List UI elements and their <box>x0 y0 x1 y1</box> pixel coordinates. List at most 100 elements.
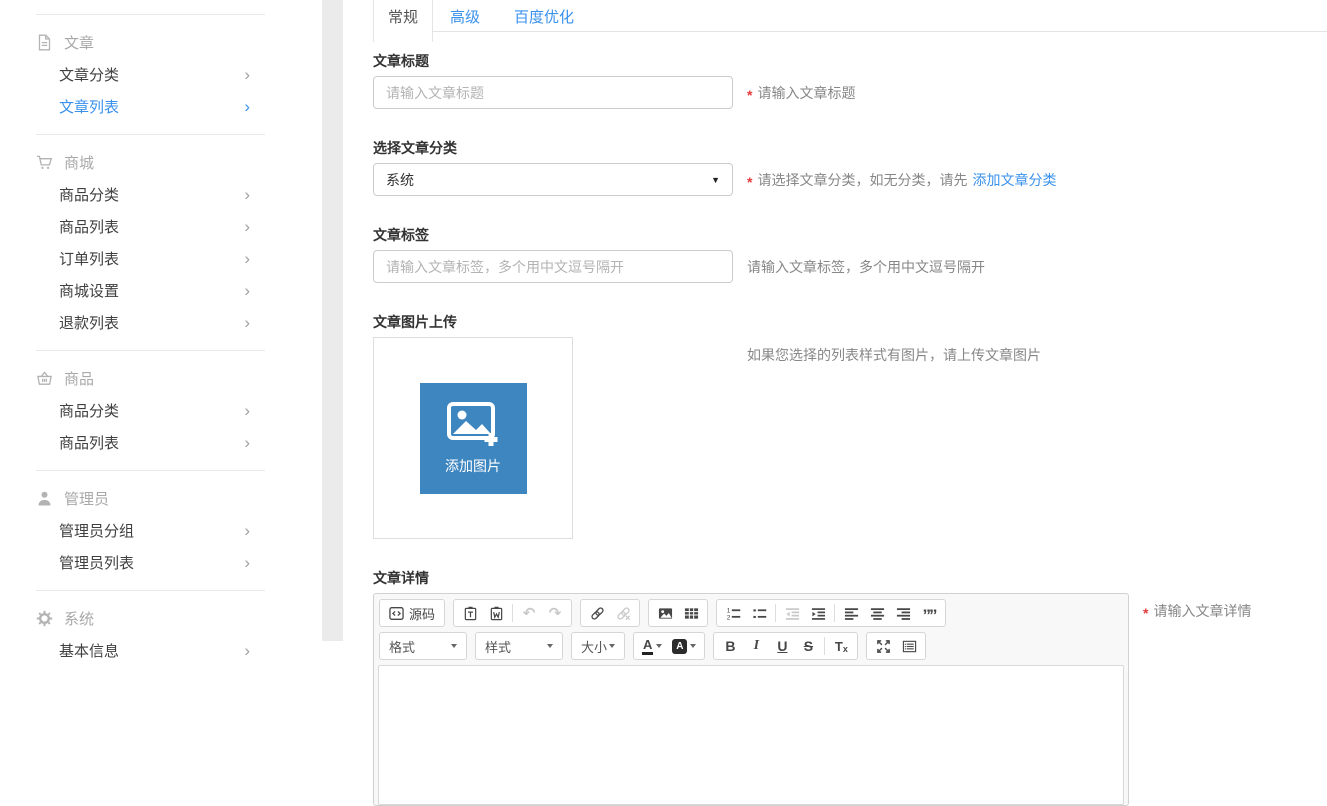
sidebar-item-admin-groups[interactable]: 管理员分组 › <box>0 514 322 546</box>
field-help: 如果您选择的列表样式有图片，请上传文章图片 <box>747 337 1041 365</box>
style-dropdown[interactable]: 样式 <box>475 632 563 660</box>
field-article-tags: 文章标签 请输入文章标签，多个用中文逗号隔开 <box>373 226 1327 283</box>
sidebar-item-goods-list[interactable]: 商品列表 › <box>0 426 322 458</box>
sidebar-item-admin-list[interactable]: 管理员列表 › <box>0 546 322 578</box>
sidebar-group-article[interactable]: 文章 <box>0 26 322 58</box>
maximize-button[interactable] <box>870 634 896 658</box>
article-category-select[interactable]: 系统 ▼ <box>373 163 733 196</box>
numbered-list-icon: 1 2 <box>726 606 741 621</box>
chevron-right-icon: › <box>244 642 250 659</box>
blockquote-button[interactable]: ”” <box>916 601 942 625</box>
field-label: 文章详情 <box>373 569 1327 587</box>
text-color-icon: A <box>642 638 653 655</box>
sidebar-item-label: 商品列表 <box>59 216 119 237</box>
undo-button[interactable]: ↶ <box>516 601 542 625</box>
field-article-category: 选择文章分类 系统 ▼ * 请选择文章分类，如无分类，请先 添加文章分类 <box>373 139 1327 196</box>
chevron-right-icon: › <box>244 98 250 115</box>
align-left-icon <box>844 606 859 621</box>
link-button[interactable] <box>584 601 610 625</box>
size-label: 大小 <box>581 637 607 656</box>
article-title-input[interactable] <box>373 76 733 109</box>
sidebar-item-label: 订单列表 <box>59 248 119 269</box>
sidebar-item-mall-settings[interactable]: 商城设置 › <box>0 274 322 306</box>
sidebar-group-goods[interactable]: 商品 <box>0 362 322 394</box>
chevron-right-icon: › <box>244 218 250 235</box>
redo-button[interactable]: ↷ <box>542 601 568 625</box>
add-category-link[interactable]: 添加文章分类 <box>972 170 1056 190</box>
sidebar-item-basic-info[interactable]: 基本信息 › <box>0 634 322 666</box>
help-text: 请选择文章分类，如无分类，请先 <box>757 170 967 190</box>
remove-format-button[interactable]: Tx <box>828 634 854 658</box>
toolbar-separator <box>834 604 835 622</box>
bold-button[interactable]: B <box>717 634 743 658</box>
help-text: 如果您选择的列表样式有图片，请上传文章图片 <box>747 345 1041 365</box>
add-image-button[interactable]: 添加图片 <box>420 383 527 494</box>
unlink-icon <box>616 606 631 621</box>
field-label: 选择文章分类 <box>373 139 1327 157</box>
chevron-right-icon: › <box>244 314 250 331</box>
sidebar-item-goods-categories[interactable]: 商品分类 › <box>0 394 322 426</box>
chevron-right-icon: › <box>244 282 250 299</box>
caret-down-icon <box>547 644 553 648</box>
sidebar-group-label: 系统 <box>64 608 94 629</box>
field-article-title: 文章标题 * 请输入文章标题 <box>373 52 1327 109</box>
sidebar-item-order-list[interactable]: 订单列表 › <box>0 242 322 274</box>
svg-text:1: 1 <box>726 607 730 614</box>
basket-icon <box>36 370 53 387</box>
sidebar-item-refund-list[interactable]: 退款列表 › <box>0 306 322 338</box>
editor-content-area[interactable] <box>378 665 1124 805</box>
format-dropdown[interactable]: 格式 <box>379 632 467 660</box>
tab-advanced[interactable]: 高级 <box>433 0 497 42</box>
underline-button[interactable]: U <box>769 634 795 658</box>
sidebar-item-label: 退款列表 <box>59 312 119 333</box>
caret-down-icon <box>690 644 696 648</box>
image-icon <box>658 606 673 621</box>
numbered-list-button[interactable]: 1 2 <box>720 601 746 625</box>
text-color-button[interactable]: A <box>637 634 667 658</box>
help-text: 请输入文章标题 <box>757 83 855 103</box>
image-upload-dropzone[interactable]: 添加图片 <box>373 337 573 539</box>
document-icon <box>36 34 53 51</box>
toolbar-separator <box>824 637 825 655</box>
sidebar-group-label: 商品 <box>64 368 94 389</box>
user-icon <box>36 490 53 507</box>
sidebar-group-mall[interactable]: 商城 <box>0 146 322 178</box>
show-blocks-button[interactable] <box>896 634 922 658</box>
align-left-button[interactable] <box>838 601 864 625</box>
sidebar-group-admin[interactable]: 管理员 <box>0 482 322 514</box>
chevron-right-icon: › <box>244 186 250 203</box>
paste-text-button[interactable] <box>457 601 483 625</box>
align-center-button[interactable] <box>864 601 890 625</box>
unlink-button[interactable] <box>610 601 636 625</box>
remove-format-sub: x <box>843 644 848 654</box>
sidebar-group-system[interactable]: 系统 <box>0 602 322 634</box>
italic-button[interactable]: I <box>743 634 769 658</box>
sidebar-item-article-list[interactable]: 文章列表 › <box>0 90 322 122</box>
bulleted-list-button[interactable] <box>746 601 772 625</box>
paste-word-button[interactable] <box>483 601 509 625</box>
insert-image-button[interactable] <box>652 601 678 625</box>
sidebar-section-article: 文章 文章分类 › 文章列表 › <box>0 15 322 134</box>
field-label: 文章标题 <box>373 52 1327 70</box>
tab-general[interactable]: 常规 <box>373 0 433 42</box>
outdent-button[interactable] <box>779 601 805 625</box>
field-help: 请输入文章标签，多个用中文逗号隔开 <box>747 257 985 277</box>
align-right-button[interactable] <box>890 601 916 625</box>
paste-word-icon <box>489 606 504 621</box>
chevron-right-icon: › <box>244 250 250 267</box>
sidebar-item-product-list[interactable]: 商品列表 › <box>0 210 322 242</box>
sidebar-section-goods: 商品 商品分类 › 商品列表 › <box>0 351 322 470</box>
field-label: 文章标签 <box>373 226 1327 244</box>
article-tags-input[interactable] <box>373 250 733 283</box>
link-icon <box>590 606 605 621</box>
indent-button[interactable] <box>805 601 831 625</box>
source-button[interactable]: 源码 <box>383 601 441 625</box>
tab-baidu-seo[interactable]: 百度优化 <box>497 0 591 42</box>
sidebar-item-article-categories[interactable]: 文章分类 › <box>0 58 322 90</box>
insert-table-button[interactable] <box>678 601 704 625</box>
background-color-button[interactable]: A <box>667 634 701 658</box>
strikethrough-button[interactable]: S <box>795 634 821 658</box>
sidebar-item-product-categories[interactable]: 商品分类 › <box>0 178 322 210</box>
svg-text:2: 2 <box>726 614 730 620</box>
size-dropdown[interactable]: 大小 <box>571 632 625 660</box>
